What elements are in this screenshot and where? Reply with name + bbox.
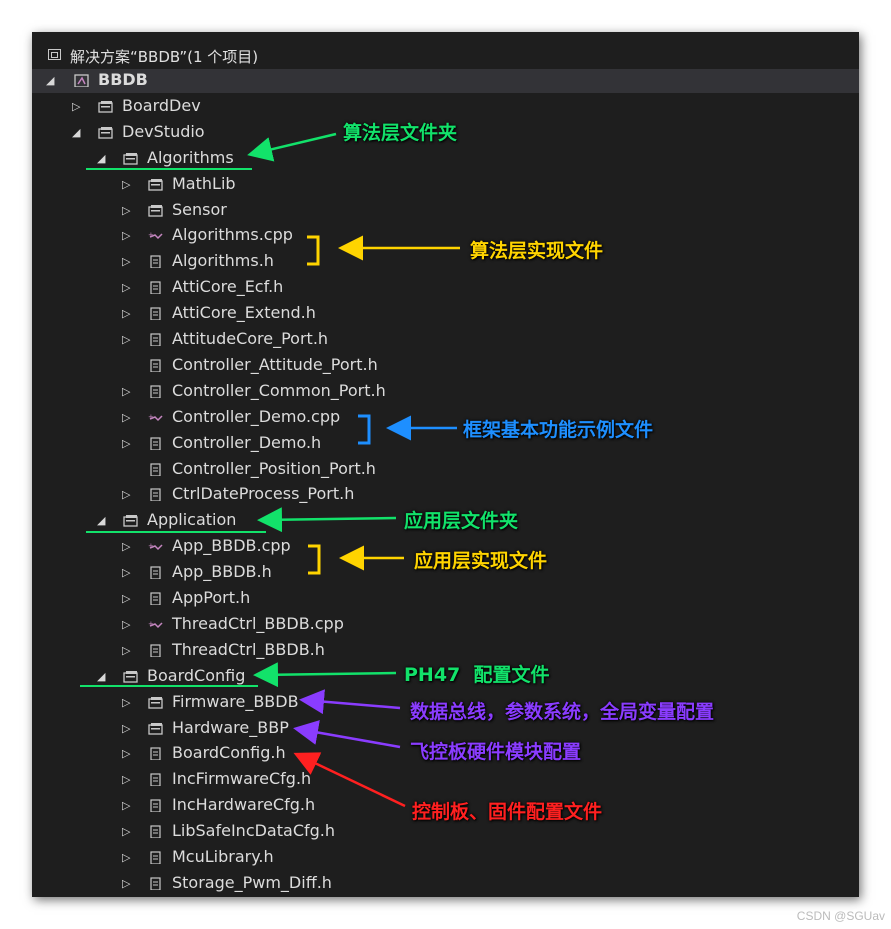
bracket-application-impl xyxy=(308,544,321,575)
annotation-firmware: 数据总线，参数系统，全局变量配置 xyxy=(410,701,715,723)
arrow-boardconfig xyxy=(293,752,406,808)
annotation-algorithms-folder: 算法层文件夹 xyxy=(343,122,458,144)
arrow-application-folder xyxy=(257,507,397,533)
annotation-algorithms-impl: 算法层实现文件 xyxy=(470,240,604,262)
arrow-ph47-config xyxy=(253,662,397,688)
annotation-application-impl: 应用层实现文件 xyxy=(414,550,548,572)
underline-algorithms xyxy=(86,168,252,170)
annotation-ph47-config: PH47 配置文件 xyxy=(404,664,550,686)
annotation-hardware: 飞控板硬件模块配置 xyxy=(410,741,582,763)
underline-application xyxy=(86,531,266,533)
arrow-firmware xyxy=(299,689,401,715)
watermark: CSDN @SGUav xyxy=(796,909,885,923)
arrow-algorithms-folder xyxy=(247,132,337,162)
underline-boardconfig xyxy=(80,685,258,687)
bracket-framework-demo xyxy=(358,414,371,445)
bracket-algorithms-impl xyxy=(307,235,320,266)
annotation-application-folder: 应用层文件夹 xyxy=(404,510,519,532)
annotation-framework-demo: 框架基本功能示例文件 xyxy=(463,419,654,441)
annotation-boardconfig: 控制板、固件配置文件 xyxy=(412,801,603,823)
arrow-hardware xyxy=(293,720,401,749)
